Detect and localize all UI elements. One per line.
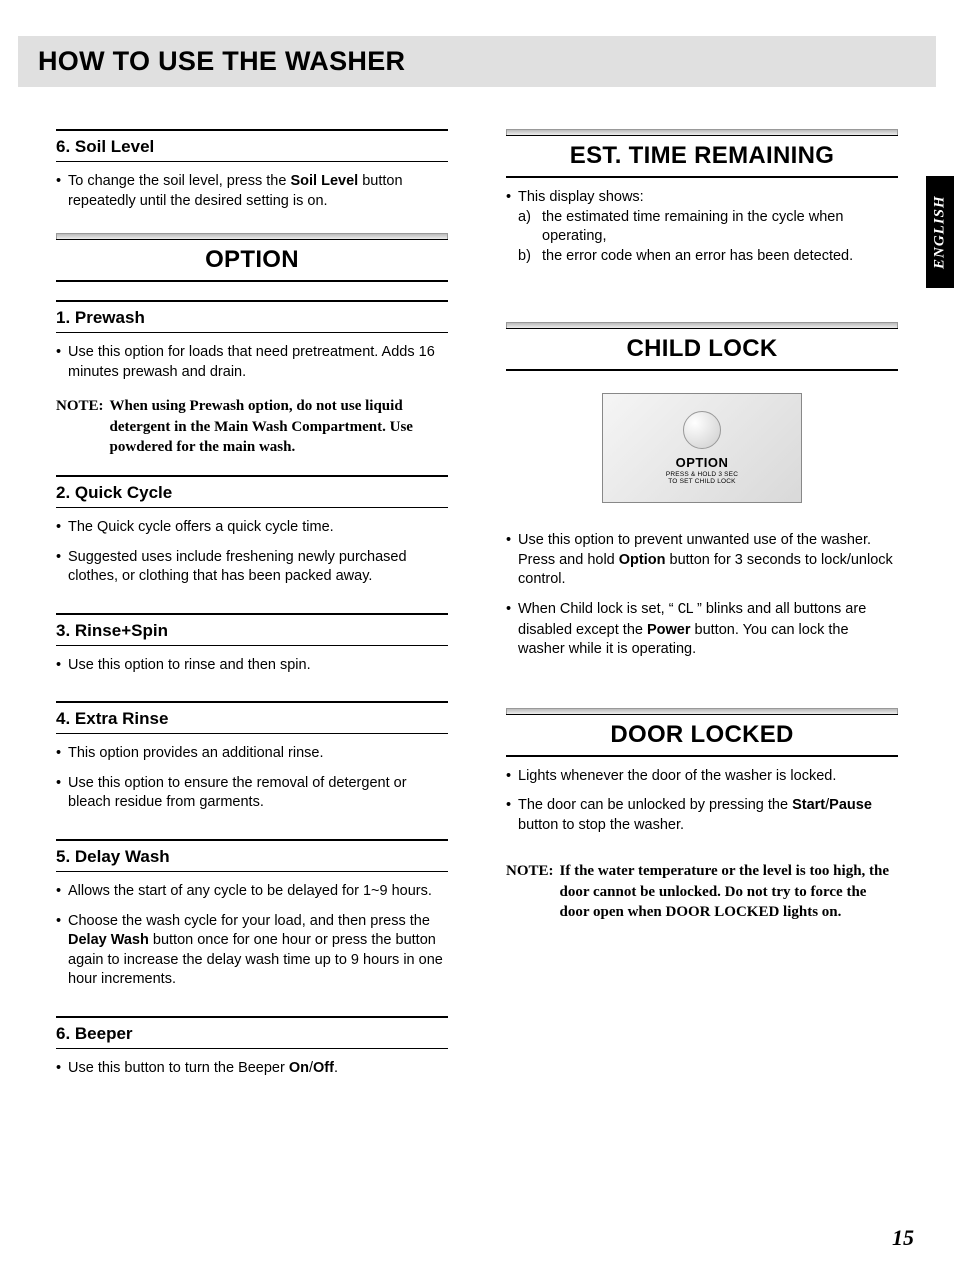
subheading-delay-wash: 5. Delay Wash	[56, 839, 448, 872]
note-body: If the water temperature or the level is…	[560, 861, 898, 922]
subheading-extra-rinse: 4. Extra Rinse	[56, 701, 448, 734]
body-text-bold: Option	[619, 552, 666, 568]
subheading-text: 1. Prewash	[56, 308, 448, 328]
subheading-text: 2. Quick Cycle	[56, 483, 448, 503]
bullet-item: • Choose the wash cycle for your load, a…	[56, 912, 448, 990]
body-text: Lights whenever the door of the washer i…	[518, 767, 898, 787]
subheading-text: 3. Rinse+Spin	[56, 621, 448, 641]
body-text-bold: On	[289, 1060, 309, 1076]
right-column: EST. TIME REMAINING • This display shows…	[506, 129, 898, 1086]
subheading-text: 6. Beeper	[56, 1024, 448, 1044]
body-text: Use this option for loads that need pret…	[68, 343, 448, 382]
bullet-item: • Use this button to turn the Beeper On/…	[56, 1059, 448, 1079]
bullet-item: • Use this option to prevent unwanted us…	[506, 531, 898, 590]
body-text: the error code when an error has been de…	[542, 247, 853, 267]
body-text-bold: Start	[792, 797, 825, 813]
body-text-bold: Power	[647, 622, 691, 638]
body-text: The Quick cycle offers a quick cycle tim…	[68, 518, 448, 538]
body-text: Use this option to rinse and then spin.	[68, 656, 448, 676]
bullet-item: •Suggested uses include freshening newly…	[56, 548, 448, 587]
bullet-item: •Use this option to rinse and then spin.	[56, 656, 448, 676]
body-text: the estimated time remaining in the cycl…	[542, 208, 898, 247]
body-text: To change the soil level, press the	[68, 173, 290, 189]
subheading-text: 5. Delay Wash	[56, 847, 448, 867]
section-door-locked: DOOR LOCKED	[506, 708, 898, 757]
section-heading: OPTION	[56, 246, 448, 274]
subheading-quick-cycle: 2. Quick Cycle	[56, 475, 448, 508]
option-button-label: OPTION	[676, 455, 729, 470]
body-text-bold: Soil Level	[290, 173, 358, 189]
subheading-text: 4. Extra Rinse	[56, 709, 448, 729]
note-prewash: NOTE: When using Prewash option, do not …	[56, 396, 448, 457]
note-body: When using Prewash option, do not use li…	[110, 396, 448, 457]
body-text: When Child lock is set, “	[518, 601, 678, 617]
bullet-item: •Use this option to ensure the removal o…	[56, 774, 448, 813]
body-text: Use this option to ensure the removal of…	[68, 774, 448, 813]
bullet-item: •Allows the start of any cycle to be del…	[56, 882, 448, 902]
section-option: OPTION	[56, 233, 448, 282]
bullet-item: •Lights whenever the door of the washer …	[506, 767, 898, 787]
bullet-item: •This option provides an additional rins…	[56, 744, 448, 764]
left-column: 6. Soil Level • To change the soil level…	[56, 129, 448, 1086]
subheading-beeper: 6. Beeper	[56, 1016, 448, 1049]
body-text: This option provides an additional rinse…	[68, 744, 448, 764]
body-text: Suggested uses include freshening newly …	[68, 548, 448, 587]
subheading-soil-level: 6. Soil Level	[56, 129, 448, 162]
body-text: This display shows:	[518, 189, 644, 205]
body-text: .	[334, 1060, 338, 1076]
bullet-item: • To change the soil level, press the So…	[56, 172, 448, 211]
bullet-item: • When Child lock is set, “ CL ” blinks …	[506, 600, 898, 660]
body-text: Allows the start of any cycle to be dela…	[68, 882, 448, 902]
subheading-prewash: 1. Prewash	[56, 300, 448, 333]
body-text-bold: Delay Wash	[68, 932, 149, 948]
section-child-lock: CHILD LOCK	[506, 322, 898, 371]
language-tab: ENGLISH	[926, 176, 954, 288]
section-heading: EST. TIME REMAINING	[506, 142, 898, 170]
bullet-item: •The Quick cycle offers a quick cycle ti…	[56, 518, 448, 538]
body-text: The door can be unlocked by pressing the	[518, 797, 792, 813]
note-door-locked: NOTE: If the water temperature or the le…	[506, 861, 898, 922]
list-tag: a)	[518, 208, 542, 247]
body-text: button to stop the washer.	[518, 817, 684, 833]
subheading-rinse-spin: 3. Rinse+Spin	[56, 613, 448, 646]
section-heading: CHILD LOCK	[506, 335, 898, 363]
section-est-time: EST. TIME REMAINING	[506, 129, 898, 178]
body-text: Use this button to turn the Beeper	[68, 1060, 289, 1076]
subheading-text: 6. Soil Level	[56, 137, 448, 157]
body-text-bold: Off	[313, 1060, 334, 1076]
note-label: NOTE:	[56, 396, 104, 457]
cl-display-icon: CL	[678, 602, 693, 618]
option-button-graphic: OPTION PRESS & HOLD 3 SECTO SET CHILD LO…	[602, 393, 802, 503]
bullet-item: •Use this option for loads that need pre…	[56, 343, 448, 382]
bullet-item: • The door can be unlocked by pressing t…	[506, 796, 898, 835]
page-title: HOW TO USE THE WASHER	[38, 46, 916, 77]
note-label: NOTE:	[506, 861, 554, 922]
list-tag: b)	[518, 247, 542, 267]
option-button-subtext: PRESS & HOLD 3 SECTO SET CHILD LOCK	[666, 471, 738, 485]
section-heading: DOOR LOCKED	[506, 721, 898, 749]
body-text-bold: Pause	[829, 797, 872, 813]
page-number: 15	[892, 1225, 914, 1251]
bullet-item: • This display shows: a)the estimated ti…	[506, 188, 898, 266]
page-title-bar: HOW TO USE THE WASHER	[18, 36, 936, 87]
option-button-icon	[683, 411, 721, 449]
body-text: Choose the wash cycle for your load, and…	[68, 913, 430, 929]
